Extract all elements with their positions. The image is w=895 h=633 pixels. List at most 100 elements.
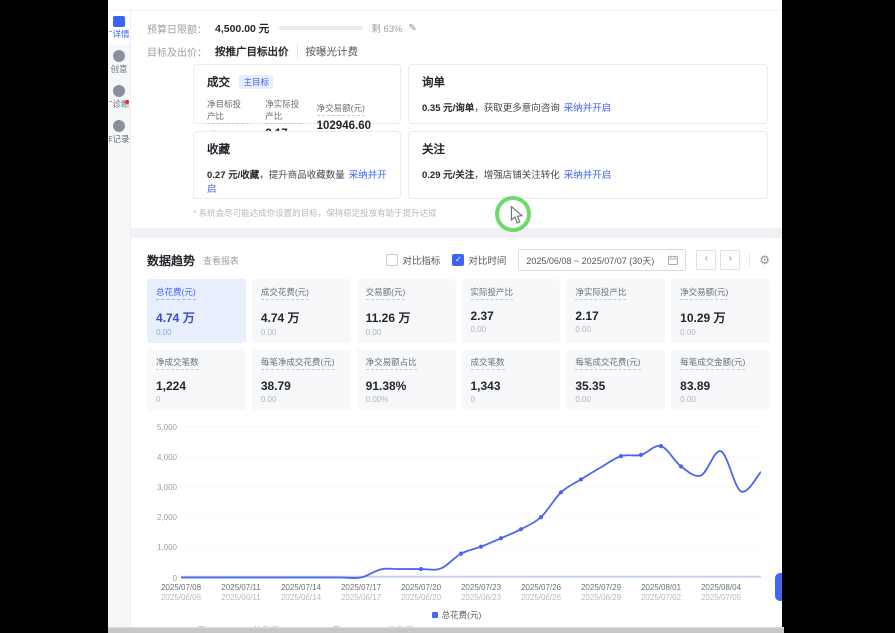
sidebar-item-label: 推广详情 bbox=[109, 29, 130, 39]
goal-desc: 0.35 元/询单，获取更多意向咨询采纳并开启 bbox=[422, 100, 754, 114]
goal-card-deal: 成交 主目标 净目标投产比ⓘ 2.45✎ 净实际投产比 2.17 净交易额(元)… bbox=[193, 64, 401, 124]
metric-card[interactable]: 成交花费(元)4.74 万0.00 bbox=[252, 279, 351, 343]
tab-bid-by-exposure[interactable]: 按曝光计费 bbox=[297, 44, 359, 59]
goal-title: 关注 bbox=[422, 141, 445, 157]
gear-icon[interactable]: ⚙ bbox=[759, 253, 770, 267]
y-tick-label: 3,000 bbox=[157, 483, 177, 492]
data-point-marker[interactable] bbox=[419, 567, 423, 571]
clock-icon bbox=[113, 120, 125, 132]
metric-card[interactable]: 每笔成交花费(元)35.350.00 bbox=[566, 349, 665, 410]
line-chart-plot bbox=[181, 422, 761, 580]
x-tick: 2025/07/112025/06/11 bbox=[221, 583, 260, 603]
section-divider bbox=[131, 228, 782, 238]
x-tick-date-current: 2025/07/11 bbox=[221, 583, 260, 593]
view-report-link[interactable]: 查看报表 bbox=[203, 254, 239, 267]
data-point-marker[interactable] bbox=[579, 477, 583, 481]
trend-chart: 01,0002,0003,0004,0005,000 2025/07/08202… bbox=[147, 422, 772, 606]
bidding-row: 目标及出价： 按推广目标出价 按曝光计费 bbox=[147, 41, 782, 61]
date-range-value: 2025/06/08 ~ 2025/07/07 (30天) bbox=[526, 254, 654, 267]
metric-card-value: 83.89 bbox=[680, 379, 761, 393]
metric-card[interactable]: 净交易额(元)10.29 万0.00 bbox=[671, 279, 770, 343]
bidding-label: 目标及出价： bbox=[147, 44, 207, 59]
x-tick-date-current: 2025/08/01 bbox=[641, 583, 681, 593]
metric-card[interactable]: 总花费(元)4.74 万0.00 bbox=[147, 279, 246, 343]
x-tick: 2025/07/292025/06/29 bbox=[581, 583, 621, 603]
metric-card[interactable]: 交易额(元)11.26 万0.00 bbox=[357, 279, 456, 343]
date-range-picker[interactable]: 2025/06/08 ~ 2025/07/07 (30天) bbox=[518, 249, 686, 271]
x-tick: 2025/07/172025/06/17 bbox=[341, 583, 381, 603]
metric-card-compare-value: 0.00 bbox=[575, 395, 656, 404]
x-tick: 2025/07/202025/06/20 bbox=[401, 583, 441, 603]
budget-value: 4,500.00 元 bbox=[215, 21, 269, 36]
data-point-marker[interactable] bbox=[659, 444, 663, 448]
series-current-line bbox=[181, 446, 761, 578]
x-tick: 2025/07/232025/06/23 bbox=[461, 583, 501, 603]
adopt-enable-link[interactable]: 采纳并开启 bbox=[564, 103, 612, 114]
detail-icon bbox=[113, 16, 125, 27]
x-tick: 2025/07/082025/06/08 bbox=[161, 583, 201, 603]
compare-metric-checkbox[interactable] bbox=[386, 254, 398, 266]
sidebar-item-creative[interactable]: 创意 bbox=[108, 45, 130, 80]
metric-card[interactable]: 成交笔数1,3430 bbox=[462, 349, 561, 410]
metric-card-value: 10.29 万 bbox=[680, 309, 761, 326]
x-axis-labels: 2025/07/082025/06/082025/07/112025/06/11… bbox=[181, 583, 772, 605]
metric-card-value: 2.17 bbox=[575, 309, 656, 323]
y-tick-label: 5,000 bbox=[157, 423, 177, 432]
goal-title: 收藏 bbox=[207, 141, 230, 157]
metric-label: 净目标投产比 bbox=[207, 98, 249, 124]
metric-card-compare-value: 0.00 bbox=[471, 325, 552, 334]
data-point-marker[interactable] bbox=[619, 454, 623, 458]
sidebar-item-detail[interactable]: 推广详情 bbox=[108, 11, 130, 45]
budget-progressbar bbox=[279, 26, 363, 30]
prev-period-button[interactable]: ‹ bbox=[696, 250, 716, 270]
data-point-marker[interactable] bbox=[499, 536, 503, 540]
goal-price: 0.35 元/询单 bbox=[422, 103, 474, 114]
app-window: 推广详情 创意 推广诊断 操作记录 预算日限额： 4,500.00 元 剩 63… bbox=[108, 0, 782, 627]
next-period-button[interactable]: › bbox=[720, 250, 740, 270]
horizontal-scrollbar[interactable] bbox=[108, 627, 784, 633]
goal-price: 0.27 元/收藏 bbox=[207, 170, 259, 181]
metric-card[interactable]: 净成交笔数1,2240 bbox=[147, 349, 246, 410]
data-point-marker[interactable] bbox=[539, 515, 543, 519]
metric-card[interactable]: 每笔成交金额(元)83.890.00 bbox=[671, 349, 770, 410]
compare-time-checkbox[interactable]: ✓ bbox=[452, 254, 464, 266]
metric-card[interactable]: 实际投产比2.370.00 bbox=[462, 279, 561, 343]
metric-card-label: 成交花费(元) bbox=[261, 286, 309, 300]
x-tick-date-current: 2025/07/14 bbox=[281, 583, 321, 593]
chart-legend: 总花费(元) bbox=[131, 609, 782, 621]
metric-card-label: 每笔成交金额(元) bbox=[680, 356, 745, 370]
data-point-marker[interactable] bbox=[459, 552, 463, 556]
y-tick-label: 2,000 bbox=[157, 513, 177, 522]
x-tick-date-compare: 2025/06/14 bbox=[281, 593, 321, 603]
x-tick: 2025/08/042025/07/05 bbox=[701, 583, 741, 603]
goal-cards: 成交 主目标 净目标投产比ⓘ 2.45✎ 净实际投产比 2.17 净交易额(元)… bbox=[193, 64, 768, 199]
trend-metric-grid: 总花费(元)4.74 万0.00 成交花费(元) 4.74 万 0.00 交易额(元)1… bbox=[147, 279, 770, 410]
sidebar-item-label: 创意 bbox=[109, 64, 130, 74]
metric-card-label: 每笔成交花费(元) bbox=[575, 356, 640, 370]
x-tick-date-compare: 2025/06/20 bbox=[401, 593, 441, 603]
metric-card[interactable]: 每笔净成交花费(元)38.790.00 bbox=[252, 349, 351, 410]
data-point-marker[interactable] bbox=[559, 490, 563, 494]
metric-card[interactable]: 净交易额占比91.38%0.00% bbox=[357, 349, 456, 410]
notification-dot bbox=[125, 100, 129, 104]
tab-bid-by-goal[interactable]: 按推广目标出价 bbox=[215, 44, 289, 59]
goal-desc: 0.27 元/收藏，提升商品收藏数量采纳并开启 bbox=[207, 167, 387, 195]
metric-card-compare-value: 0 bbox=[156, 395, 237, 404]
adopt-enable-link[interactable]: 采纳并开启 bbox=[564, 170, 612, 181]
x-tick-date-compare: 2025/07/02 bbox=[641, 593, 681, 603]
data-point-marker[interactable] bbox=[679, 464, 683, 468]
x-tick-date-current: 2025/07/29 bbox=[581, 583, 621, 593]
metric-card-label: 净实际投产比 bbox=[575, 286, 626, 300]
sidebar-item-diagnosis[interactable]: 推广诊断 bbox=[108, 80, 130, 115]
metric-card-compare-value: 0.00 bbox=[261, 395, 342, 404]
metric-card-value: 4.74 万 bbox=[261, 309, 342, 326]
metric-card[interactable]: 净实际投产比2.170.00 bbox=[566, 279, 665, 343]
x-tick: 2025/08/012025/07/02 bbox=[641, 583, 681, 603]
data-point-marker[interactable] bbox=[519, 527, 523, 531]
sidebar-item-label: 操作记录 bbox=[109, 134, 130, 144]
data-point-marker[interactable] bbox=[479, 545, 483, 549]
floating-side-tab[interactable] bbox=[775, 573, 782, 601]
budget-edit-icon[interactable]: ✎ bbox=[408, 23, 416, 34]
sidebar-item-history[interactable]: 操作记录 bbox=[108, 115, 130, 150]
data-point-marker[interactable] bbox=[639, 453, 643, 457]
